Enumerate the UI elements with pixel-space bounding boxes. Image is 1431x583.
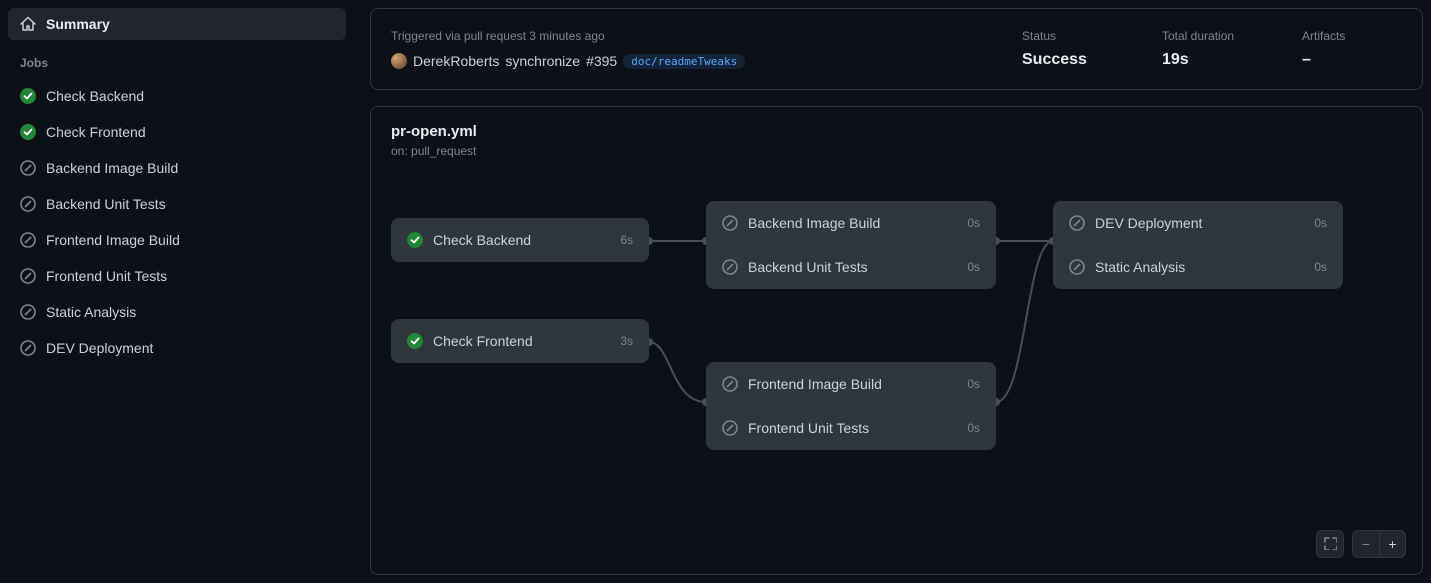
zoom-in-button[interactable]: + — [1379, 531, 1405, 557]
graph-job-row[interactable]: Frontend Unit Tests 0s — [706, 406, 996, 450]
sidebar-summary[interactable]: Summary — [8, 8, 346, 40]
skipped-icon — [1069, 259, 1085, 275]
graph-job-time: 0s — [1314, 260, 1327, 274]
workflow-graph-card: pr-open.yml on: pull_request — [370, 106, 1423, 575]
graph-job-row[interactable]: Frontend Image Build 0s — [706, 362, 996, 406]
graph-job-time: 3s — [620, 334, 633, 348]
graph-job-row[interactable]: DEV Deployment 0s — [1053, 201, 1343, 245]
sidebar-job-item[interactable]: Check Backend — [8, 78, 346, 114]
home-icon — [20, 16, 36, 32]
duration-value[interactable]: 19s — [1162, 51, 1262, 69]
graph-job-time: 0s — [967, 260, 980, 274]
run-header-card: Triggered via pull request 3 minutes ago… — [370, 8, 1423, 90]
sidebar-jobs-heading: Jobs — [8, 40, 346, 78]
graph-job-time: 0s — [967, 216, 980, 230]
sidebar-job-item[interactable]: Frontend Unit Tests — [8, 258, 346, 294]
graph-job-row[interactable]: Backend Image Build 0s — [706, 201, 996, 245]
graph-job-row[interactable]: Backend Unit Tests 0s — [706, 245, 996, 289]
success-icon — [20, 124, 36, 140]
graph-job-label: Check Frontend — [433, 333, 610, 349]
sidebar: Summary Jobs Check Backend Check Frontend… — [0, 0, 354, 583]
graph-job-row[interactable]: Check Frontend 3s — [391, 319, 649, 363]
sidebar-job-label: Backend Image Build — [46, 160, 178, 176]
skipped-icon — [20, 304, 36, 320]
skipped-icon — [20, 160, 36, 176]
success-icon — [407, 232, 423, 248]
skipped-icon — [722, 259, 738, 275]
sidebar-job-label: Check Frontend — [46, 124, 146, 140]
skipped-icon — [722, 420, 738, 436]
skipped-icon — [722, 376, 738, 392]
trigger-user[interactable]: DerekRoberts — [413, 53, 499, 69]
sidebar-job-label: Frontend Image Build — [46, 232, 180, 248]
zoom-out-button[interactable]: − — [1353, 531, 1379, 557]
skipped-icon — [1069, 215, 1085, 231]
graph-node[interactable]: Backend Image Build 0s Backend Unit Test… — [706, 201, 996, 289]
graph-node[interactable]: Check Backend 6s — [391, 218, 649, 262]
skipped-icon — [20, 232, 36, 248]
duration-label: Total duration — [1162, 29, 1262, 43]
workflow-title: pr-open.yml — [391, 123, 1402, 140]
success-icon — [407, 333, 423, 349]
skipped-icon — [20, 268, 36, 284]
skipped-icon — [722, 215, 738, 231]
avatar[interactable] — [391, 53, 407, 69]
sidebar-job-item[interactable]: Static Analysis — [8, 294, 346, 330]
workflow-graph[interactable]: Check Backend 6s Check Frontend 3s B — [371, 162, 1422, 574]
branch-pill[interactable]: doc/readmeTweaks — [623, 54, 745, 69]
trigger-text: Triggered via pull request 3 minutes ago — [391, 29, 982, 43]
graph-node[interactable]: Check Frontend 3s — [391, 319, 649, 363]
main: Triggered via pull request 3 minutes ago… — [354, 0, 1431, 583]
graph-job-label: Backend Image Build — [748, 215, 957, 231]
sidebar-job-label: Check Backend — [46, 88, 144, 104]
workflow-subtitle: on: pull_request — [391, 144, 1402, 158]
sidebar-job-label: Backend Unit Tests — [46, 196, 166, 212]
sidebar-job-label: Frontend Unit Tests — [46, 268, 167, 284]
plus-icon: + — [1388, 536, 1396, 552]
graph-job-time: 0s — [967, 421, 980, 435]
sidebar-summary-label: Summary — [46, 16, 110, 32]
sidebar-job-item[interactable]: Backend Image Build — [8, 150, 346, 186]
minus-icon: − — [1362, 536, 1370, 552]
artifacts-value: – — [1302, 51, 1402, 69]
skipped-icon — [20, 340, 36, 356]
success-icon — [20, 88, 36, 104]
graph-job-row[interactable]: Check Backend 6s — [391, 218, 649, 262]
sidebar-job-label: Static Analysis — [46, 304, 136, 320]
artifacts-label: Artifacts — [1302, 29, 1402, 43]
status-label: Status — [1022, 29, 1122, 43]
graph-job-label: Frontend Image Build — [748, 376, 957, 392]
trigger-action: synchronize — [505, 53, 580, 69]
zoom-controls: − + — [1316, 530, 1406, 558]
graph-job-label: Check Backend — [433, 232, 610, 248]
graph-node[interactable]: DEV Deployment 0s Static Analysis 0s — [1053, 201, 1343, 289]
sidebar-job-item[interactable]: DEV Deployment — [8, 330, 346, 366]
pr-number[interactable]: #395 — [586, 53, 617, 69]
sidebar-job-item[interactable]: Check Frontend — [8, 114, 346, 150]
graph-job-time: 0s — [967, 377, 980, 391]
graph-job-label: Frontend Unit Tests — [748, 420, 957, 436]
graph-job-time: 6s — [620, 233, 633, 247]
graph-job-label: Static Analysis — [1095, 259, 1304, 275]
graph-job-row[interactable]: Static Analysis 0s — [1053, 245, 1343, 289]
sidebar-job-item[interactable]: Backend Unit Tests — [8, 186, 346, 222]
graph-job-label: DEV Deployment — [1095, 215, 1304, 231]
status-value: Success — [1022, 51, 1122, 69]
graph-job-label: Backend Unit Tests — [748, 259, 957, 275]
fullscreen-icon — [1323, 536, 1337, 553]
sidebar-job-item[interactable]: Frontend Image Build — [8, 222, 346, 258]
graph-node[interactable]: Frontend Image Build 0s Frontend Unit Te… — [706, 362, 996, 450]
fullscreen-button[interactable] — [1316, 530, 1344, 558]
skipped-icon — [20, 196, 36, 212]
sidebar-job-label: DEV Deployment — [46, 340, 153, 356]
graph-job-time: 0s — [1314, 216, 1327, 230]
